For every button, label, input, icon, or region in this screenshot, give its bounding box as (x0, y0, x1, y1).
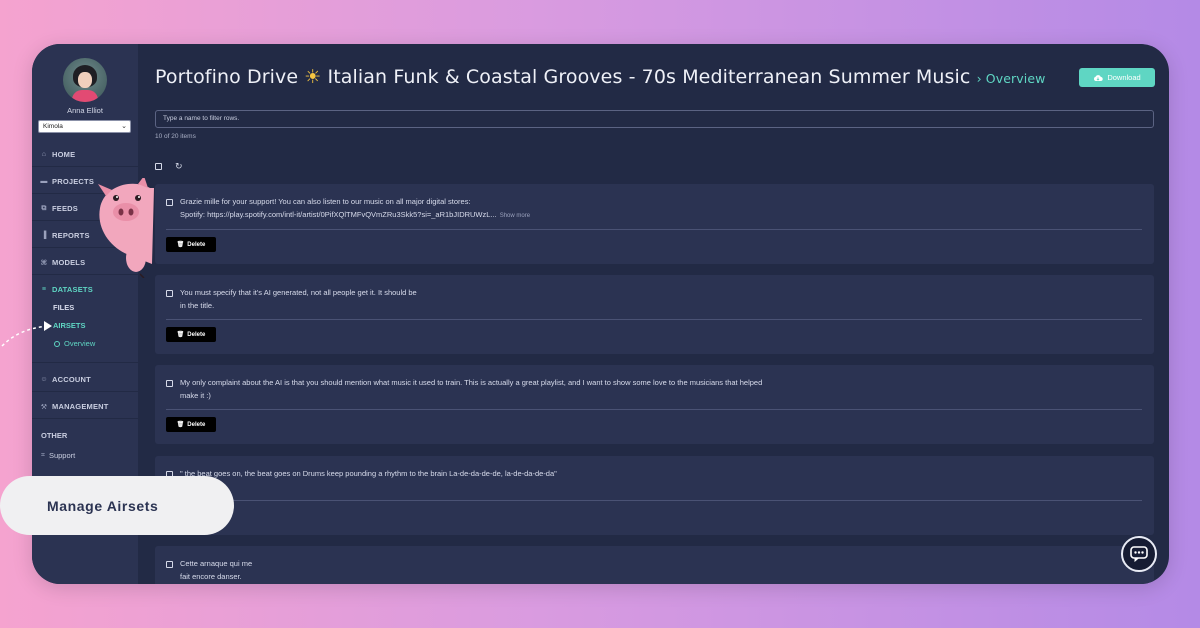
arrow-icon (1, 321, 52, 347)
row-text-line: Grazie mille for your support! You can a… (180, 197, 471, 206)
sidebar-item-label: FEEDS (52, 204, 79, 213)
row-text-line: Spotify: https://play.spotify.com/intl-i… (180, 209, 497, 219)
delete-label: Delete (187, 421, 206, 428)
row-text: You must specify that it's AI generated,… (180, 287, 417, 312)
feed-icon: ⧉ (41, 204, 47, 212)
list-item: Cette arnaque qui me fait encore danser. (155, 546, 1154, 584)
trash-icon: 🗑 (176, 242, 185, 248)
sidebar-item-home[interactable]: ⌂ HOME (40, 150, 75, 159)
sidebar-item-label: Overview (64, 339, 96, 348)
sidebar-item-label: MANAGEMENT (52, 402, 109, 411)
user-name: Anna Elliot (67, 106, 103, 115)
sidebar-item-label: ACCOUNT (52, 375, 91, 384)
delete-button[interactable]: 🗑 Delete (166, 237, 216, 252)
download-label: Download (1107, 73, 1141, 82)
sun-icon: ☀ (304, 66, 322, 88)
sidebar-item-models[interactable]: ⌘ MODELS (40, 258, 85, 267)
layers-icon: ≡ (41, 286, 47, 293)
breadcrumb-label: Overview (985, 71, 1046, 86)
list-item: My only complaint about the AI is that y… (155, 365, 1154, 444)
manage-airsets-badge: Manage Airsets (0, 476, 234, 535)
sidebar-item-label: REPORTS (52, 231, 90, 240)
row-text-line: You must specify that it's AI generated,… (180, 288, 417, 297)
chat-icon (1130, 546, 1148, 562)
row-checkbox[interactable] (166, 290, 173, 297)
workspace-select[interactable]: Kimola ⌄ (38, 120, 131, 133)
delete-button[interactable]: 🗑 Delete (166, 417, 216, 432)
sidebar-item-label: Support (48, 451, 76, 460)
filter-input[interactable]: Type a name to filter rows. (155, 110, 1154, 128)
page-title: Portofino Drive ☀ Italian Funk & Coastal… (155, 66, 1045, 88)
sidebar-item-account[interactable]: ☺ ACCOUNT (40, 375, 91, 384)
trash-icon: 🗑 (176, 422, 185, 428)
row-text: My only complaint about the AI is that y… (180, 377, 762, 402)
sidebar-item-label: MODELS (52, 258, 86, 267)
tools-icon: ⚒ (40, 403, 48, 411)
download-button[interactable]: Download (1079, 68, 1155, 87)
list-toolbar: ↻ (155, 162, 183, 171)
avatar[interactable] (63, 58, 107, 102)
row-text-line: in the title. (180, 300, 215, 310)
refresh-icon[interactable]: ↻ (175, 162, 183, 171)
row-text: Cette arnaque qui me fait encore danser. (180, 558, 252, 583)
row-text: " the beat goes on, the beat goes on Dru… (180, 468, 557, 481)
sidebar-item-projects[interactable]: ▬ PROJECTS (40, 177, 94, 186)
sidebar-section-other: OTHER (41, 431, 68, 440)
row-text-line: fait encore danser. (180, 571, 242, 581)
list-item: Grazie mille for your support! You can a… (155, 184, 1154, 264)
sidebar-item-label: HOME (52, 150, 76, 159)
sidebar-item-files[interactable]: FILES (53, 303, 74, 312)
sidebar-item-label: PROJECTS (52, 177, 95, 186)
main-content: Portofino Drive ☀ Italian Funk & Coastal… (138, 44, 1169, 584)
row-text-line: make it :) (180, 390, 211, 400)
sidebar-item-datasets[interactable]: ≡ DATASETS (40, 285, 93, 294)
row-checkbox[interactable] (166, 380, 173, 387)
support-icon: ⌗ (41, 451, 45, 459)
page-title-rest: Italian Funk & Coastal Grooves - 70s Med… (327, 66, 971, 88)
model-icon: ⌘ (40, 259, 48, 267)
trash-icon: 🗑 (176, 332, 185, 338)
row-text-line: Cette arnaque qui me (180, 559, 253, 568)
item-count: 10 of 20 items (155, 133, 196, 140)
page-title-main: Portofino Drive (155, 66, 299, 88)
delete-button[interactable]: 🗑 Delete (166, 327, 216, 342)
delete-label: Delete (187, 331, 206, 338)
sidebar-item-overview[interactable]: Overview (54, 339, 95, 348)
pig-mascot-icon (98, 178, 154, 278)
breadcrumb[interactable]: › Overview (977, 71, 1046, 86)
show-more-link[interactable]: Show more (500, 213, 530, 219)
user-icon: ☺ (40, 376, 48, 383)
chevron-down-icon: ⌄ (121, 123, 127, 130)
sidebar-item-management[interactable]: ⚒ MANAGEMENT (40, 402, 109, 411)
row-checkbox[interactable] (166, 199, 173, 206)
delete-label: Delete (187, 241, 206, 248)
row-text-line: " the beat goes on, the beat goes on Dru… (180, 469, 557, 478)
sidebar-item-reports[interactable]: ▐ REPORTS (40, 231, 90, 240)
select-all-checkbox[interactable] (155, 162, 162, 170)
bar-chart-icon: ▐ (41, 232, 47, 239)
list-item: You must specify that it's AI generated,… (155, 275, 1154, 354)
folder-icon: ▬ (40, 178, 48, 185)
row-text: Grazie mille for your support! You can a… (180, 196, 530, 222)
sidebar-item-label: DATASETS (52, 285, 93, 294)
workspace-select-value: Kimola (43, 123, 63, 130)
sidebar-item-support[interactable]: ⌗ Support (41, 451, 75, 460)
row-text-line: My only complaint about the AI is that y… (180, 378, 763, 387)
home-icon: ⌂ (41, 151, 47, 158)
row-checkbox[interactable] (166, 561, 173, 568)
chat-button[interactable] (1121, 536, 1157, 572)
list-item: " the beat goes on, the beat goes on Dru… (155, 456, 1154, 535)
sidebar-item-feeds[interactable]: ⧉ FEEDS (40, 204, 78, 213)
cloud-download-icon (1094, 74, 1104, 81)
